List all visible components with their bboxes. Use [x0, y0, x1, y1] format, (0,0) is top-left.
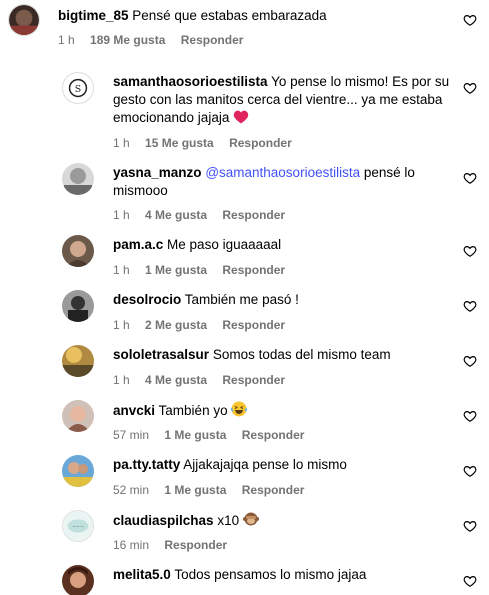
- comment-item: S samanthaosorioestilista Yo pense lo mi…: [0, 64, 489, 154]
- avatar[interactable]: [62, 565, 94, 595]
- likes-count[interactable]: 1 Me gusta: [145, 263, 207, 277]
- comment-item: bigtime_85 Pensé que estabas embarazada …: [0, 0, 489, 56]
- comment-text: desolrocio También me pasó !: [113, 291, 453, 309]
- like-heart-icon[interactable]: [463, 464, 477, 478]
- comment-item: desolrocio También me pasó ! 1 h 2 Me gu…: [0, 287, 489, 337]
- mention-link[interactable]: @samanthaosorioestilista: [205, 165, 360, 180]
- comment-body: Pensé que estabas embarazada: [132, 8, 327, 23]
- comment-meta: 1 h 2 Me gusta Responder: [113, 318, 297, 332]
- comment-username[interactable]: claudiaspilchas: [113, 513, 214, 528]
- comment-body: Ajjakajajqa pense lo mismo: [183, 457, 347, 472]
- comment-body: Somos todas del mismo team: [212, 347, 391, 362]
- comment-time: 1 h: [113, 136, 130, 150]
- comment-meta: 16 min Responder: [113, 538, 239, 552]
- comment-username[interactable]: sololetrasalsur: [113, 347, 209, 362]
- like-heart-icon[interactable]: [463, 299, 477, 313]
- comment-meta: 1 h 189 Me gusta Responder: [58, 33, 255, 47]
- likes-count[interactable]: 189 Me gusta: [90, 33, 165, 47]
- comment-text: samanthaosorioestilista Yo pense lo mism…: [113, 73, 458, 129]
- comment-item: pa.tty.tatty Ajjakajajqa pense lo mismo …: [0, 452, 489, 502]
- like-heart-icon[interactable]: [463, 13, 477, 27]
- comment-text: claudiaspilchas x10: [113, 511, 453, 532]
- avatar[interactable]: [62, 345, 94, 377]
- avatar[interactable]: S: [62, 72, 94, 104]
- see-no-evil-monkey-emoji-icon: [242, 511, 259, 532]
- comment-meta: 1 h 1 Me gusta Responder: [113, 263, 297, 277]
- comment-item: sololetrasalsur Somos todas del mismo te…: [0, 342, 489, 392]
- reply-button[interactable]: Responder: [242, 483, 305, 497]
- likes-count[interactable]: 1 Me gusta: [164, 483, 226, 497]
- like-heart-icon[interactable]: [463, 354, 477, 368]
- svg-text:~~~: ~~~: [72, 525, 84, 530]
- red-heart-emoji-icon: [233, 110, 249, 129]
- like-heart-icon[interactable]: [463, 244, 477, 258]
- comment-text: sololetrasalsur Somos todas del mismo te…: [113, 346, 453, 364]
- comment-text: yasna_manzo @samanthaosorioestilista pen…: [113, 164, 443, 200]
- comment-text: bigtime_85 Pensé que estabas embarazada: [58, 7, 448, 25]
- reply-button[interactable]: Responder: [222, 208, 285, 222]
- reply-button[interactable]: Responder: [229, 136, 292, 150]
- like-heart-icon[interactable]: [463, 574, 477, 588]
- comment-username[interactable]: bigtime_85: [58, 8, 129, 23]
- like-heart-icon[interactable]: [463, 519, 477, 533]
- comment-time: 1 h: [113, 208, 130, 222]
- comment-time: 16 min: [113, 538, 150, 552]
- comment-body: También me pasó !: [184, 292, 299, 307]
- avatar[interactable]: ~~~: [62, 510, 94, 542]
- comment-username[interactable]: samanthaosorioestilista: [113, 74, 268, 89]
- avatar[interactable]: [62, 290, 94, 322]
- comment-username[interactable]: yasna_manzo: [113, 165, 202, 180]
- comment-body: x10: [217, 513, 240, 528]
- comment-item: pam.a.c Me paso iguaaaaal 1 h 1 Me gusta…: [0, 232, 489, 282]
- comment-text: anvcki También yo: [113, 401, 453, 422]
- comment-meta: 52 min 1 Me gusta Responder: [113, 483, 316, 497]
- comment-text: pa.tty.tatty Ajjakajajqa pense lo mismo: [113, 456, 453, 474]
- like-heart-icon[interactable]: [463, 409, 477, 423]
- avatar[interactable]: [8, 4, 40, 36]
- comment-time: 52 min: [113, 483, 150, 497]
- reply-button[interactable]: Responder: [164, 538, 227, 552]
- avatar[interactable]: [62, 163, 94, 195]
- comment-username[interactable]: melita5.0: [113, 567, 171, 582]
- likes-count[interactable]: 1 Me gusta: [164, 428, 226, 442]
- likes-count[interactable]: 4 Me gusta: [145, 208, 207, 222]
- comment-meta: 1 h 4 Me gusta Responder: [113, 373, 297, 387]
- comment-body: Todos pensamos lo mismo jajaa: [174, 567, 367, 582]
- comment-username[interactable]: pam.a.c: [113, 237, 163, 252]
- laughing-face-emoji-icon: [231, 401, 248, 422]
- comment-time: 1 h: [58, 33, 75, 47]
- reply-button[interactable]: Responder: [222, 373, 285, 387]
- like-heart-icon[interactable]: [463, 81, 477, 95]
- avatar[interactable]: [62, 455, 94, 487]
- like-heart-icon[interactable]: [463, 171, 477, 185]
- avatar[interactable]: [62, 235, 94, 267]
- reply-button[interactable]: Responder: [222, 318, 285, 332]
- comment-meta: 1 h 4 Me gusta Responder: [113, 208, 297, 222]
- comment-item: yasna_manzo @samanthaosorioestilista pen…: [0, 160, 489, 230]
- reply-button[interactable]: Responder: [242, 428, 305, 442]
- comment-time: 1 h: [113, 373, 130, 387]
- comment-item: anvcki También yo 57 min 1 Me gusta Resp…: [0, 397, 489, 447]
- comment-time: 1 h: [113, 318, 130, 332]
- comment-meta: 1 h 15 Me gusta Responder: [113, 136, 304, 150]
- comment-item: melita5.0 Todos pensamos lo mismo jajaa: [0, 562, 489, 595]
- likes-count[interactable]: 2 Me gusta: [145, 318, 207, 332]
- comment-time: 1 h: [113, 263, 130, 277]
- svg-text:S: S: [75, 84, 81, 95]
- comment-text: melita5.0 Todos pensamos lo mismo jajaa: [113, 566, 453, 584]
- comment-meta: 57 min 1 Me gusta Responder: [113, 428, 316, 442]
- comment-body: Me paso iguaaaaal: [167, 237, 282, 252]
- comment-time: 57 min: [113, 428, 150, 442]
- likes-count[interactable]: 4 Me gusta: [145, 373, 207, 387]
- reply-button[interactable]: Responder: [222, 263, 285, 277]
- reply-button[interactable]: Responder: [181, 33, 244, 47]
- comment-username[interactable]: pa.tty.tatty: [113, 457, 180, 472]
- comment-text: pam.a.c Me paso iguaaaaal: [113, 236, 453, 254]
- avatar[interactable]: [62, 400, 94, 432]
- comment-item: ~~~ claudiaspilchas x10 16 min Responder: [0, 507, 489, 557]
- comment-body: También yo: [158, 403, 228, 418]
- comment-username[interactable]: desolrocio: [113, 292, 181, 307]
- likes-count[interactable]: 15 Me gusta: [145, 136, 214, 150]
- comment-username[interactable]: anvcki: [113, 403, 155, 418]
